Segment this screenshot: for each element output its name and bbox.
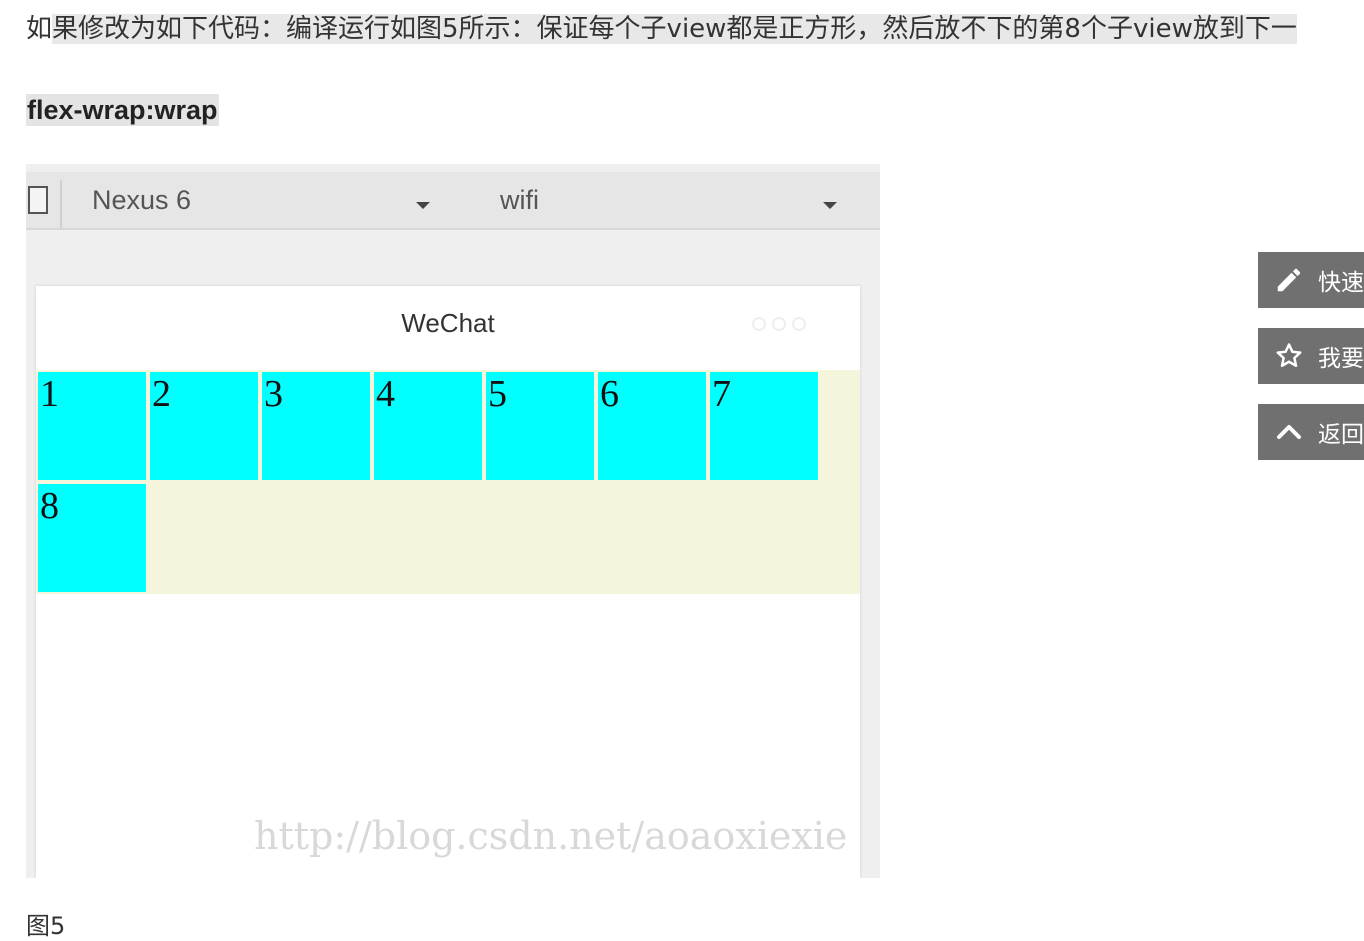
flex-item: 4 bbox=[374, 372, 482, 480]
back-to-top-label: 返回 bbox=[1318, 422, 1364, 448]
quick-reply-button[interactable]: 快速 bbox=[1258, 252, 1364, 308]
flex-item: 7 bbox=[710, 372, 818, 480]
chevron-up-icon bbox=[1277, 425, 1301, 439]
flex-item: 6 bbox=[598, 372, 706, 480]
intro-highlighted-text: 果修改为如下代码：编译运行如图5所示：保证每个子view都是正方形，然后放不下的… bbox=[52, 14, 1297, 44]
device-dropdown-caret-icon[interactable] bbox=[416, 202, 430, 209]
back-to-top-button[interactable]: 返回 bbox=[1258, 404, 1364, 460]
more-menu-icon[interactable] bbox=[752, 316, 812, 335]
intro-lead-text: 如 bbox=[26, 14, 53, 44]
device-frame-checkbox[interactable] bbox=[28, 186, 48, 214]
device-select[interactable]: Nexus 6 bbox=[92, 184, 191, 216]
flex-item: 1 bbox=[38, 372, 146, 480]
intro-paragraph: 如果修改为如下代码：编译运行如图5所示：保证每个子view都是正方形，然后放不下… bbox=[26, 12, 1297, 46]
star-icon bbox=[1276, 343, 1302, 367]
flex-item: 5 bbox=[486, 372, 594, 480]
simulator-screenshot: Nexus 6 wifi WeChat 1 2 3 4 5 6 7 8 http… bbox=[26, 164, 880, 878]
network-dropdown-caret-icon[interactable] bbox=[823, 202, 837, 209]
toolbar-divider bbox=[60, 180, 62, 228]
simulator-toolbar: Nexus 6 wifi bbox=[26, 172, 880, 230]
section-heading: flex-wrap:wrap bbox=[26, 94, 219, 126]
flex-item: 8 bbox=[38, 484, 146, 592]
pencil-icon bbox=[1277, 268, 1301, 292]
flex-item: 3 bbox=[262, 372, 370, 480]
figure-caption: 图5 bbox=[26, 912, 66, 940]
network-select[interactable]: wifi bbox=[500, 184, 539, 216]
flex-container: 1 2 3 4 5 6 7 8 bbox=[36, 370, 860, 594]
watermark: http://blog.csdn.net/aoaoxiexie bbox=[254, 814, 848, 858]
nav-bar-title: WeChat bbox=[401, 308, 495, 338]
quick-reply-label: 快速 bbox=[1318, 270, 1364, 296]
flex-item: 2 bbox=[150, 372, 258, 480]
phone-screen: WeChat 1 2 3 4 5 6 7 8 http://blog.csdn.… bbox=[36, 286, 860, 878]
favorite-label: 我要 bbox=[1318, 346, 1364, 372]
favorite-button[interactable]: 我要 bbox=[1258, 328, 1364, 384]
